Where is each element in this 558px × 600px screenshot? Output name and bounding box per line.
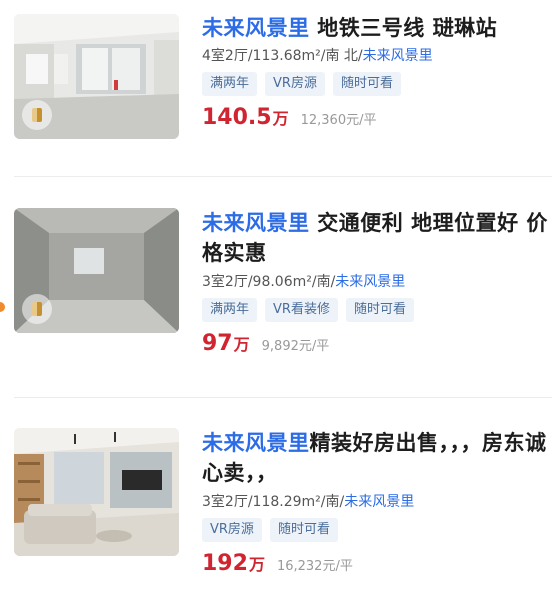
listing-card[interactable]: 未来风景里 地铁三号线 琎琳站 4室2厅/113.68m²/南 北/未来风景里 … bbox=[0, 14, 558, 164]
price-row: 140.5万 12,360元/平 bbox=[202, 105, 552, 130]
total-price: 192万 bbox=[202, 551, 265, 576]
listing-info: 未来风景里精装好房出售，，，房东诚心卖，， 3室2厅/118.29m²/南/未来… bbox=[202, 428, 552, 576]
price-unit: 万 bbox=[248, 555, 265, 574]
tag: VR看装修 bbox=[265, 298, 338, 322]
listing-info: 未来风景里 地铁三号线 琎琳站 4室2厅/113.68m²/南 北/未来风景里 … bbox=[202, 14, 552, 130]
price-value: 97 bbox=[202, 331, 233, 356]
vr-door-icon bbox=[32, 302, 42, 316]
unit-price: 12,360元/平 bbox=[300, 113, 377, 128]
vr-badge bbox=[22, 294, 52, 324]
divider bbox=[14, 176, 552, 177]
listing-meta: 4室2厅/113.68m²/南 北/未来风景里 bbox=[202, 46, 552, 66]
title-community: 未来风景里 bbox=[202, 431, 310, 455]
listing-card[interactable]: 未来风景里精装好房出售，，，房东诚心卖，， 3室2厅/118.29m²/南/未来… bbox=[0, 428, 558, 593]
tag-list: 满两年 VR房源 随时可看 bbox=[202, 72, 552, 96]
listing-title[interactable]: 未来风景里 交通便利 地理位置好 价格实惠 bbox=[202, 208, 552, 268]
layout-text: 4室2厅/113.68m²/南 北/ bbox=[202, 48, 363, 64]
price-value: 140.5 bbox=[202, 105, 272, 130]
price-unit: 万 bbox=[272, 109, 289, 128]
tag: 随时可看 bbox=[332, 72, 401, 96]
vr-door-icon bbox=[32, 108, 42, 122]
title-text: 地铁三号线 琎琳站 bbox=[309, 16, 498, 40]
price-row: 192万 16,232元/平 bbox=[202, 551, 552, 576]
community-link[interactable]: 未来风景里 bbox=[335, 274, 405, 290]
layout-text: 3室2厅/98.06m²/南/ bbox=[202, 274, 336, 290]
listing-title[interactable]: 未来风景里精装好房出售，，，房东诚心卖，， bbox=[202, 428, 552, 488]
total-price: 97万 bbox=[202, 331, 250, 356]
tag-list: 满两年 VR看装修 随时可看 bbox=[202, 298, 552, 322]
tag-list: VR房源 随时可看 bbox=[202, 518, 552, 542]
unit-price: 16,232元/平 bbox=[276, 559, 353, 574]
edge-indicator bbox=[0, 302, 5, 312]
tag: VR房源 bbox=[202, 518, 262, 542]
price-unit: 万 bbox=[233, 335, 250, 354]
furnished-living-room-photo bbox=[14, 428, 179, 556]
community-link[interactable]: 未来风景里 bbox=[344, 494, 414, 510]
vr-badge bbox=[22, 100, 52, 130]
price-row: 97万 9,892元/平 bbox=[202, 331, 552, 356]
tag: 随时可看 bbox=[269, 518, 338, 542]
tag: VR房源 bbox=[265, 72, 325, 96]
listing-thumbnail[interactable] bbox=[14, 428, 179, 556]
listing-thumbnail[interactable] bbox=[14, 14, 179, 139]
layout-text: 3室2厅/118.29m²/南/ bbox=[202, 494, 345, 510]
listing-card[interactable]: 未来风景里 交通便利 地理位置好 价格实惠 3室2厅/98.06m²/南/未来风… bbox=[0, 208, 558, 368]
listing-info: 未来风景里 交通便利 地理位置好 价格实惠 3室2厅/98.06m²/南/未来风… bbox=[202, 208, 552, 356]
title-community: 未来风景里 bbox=[202, 211, 310, 235]
listing-meta: 3室2厅/118.29m²/南/未来风景里 bbox=[202, 492, 552, 512]
listing-title[interactable]: 未来风景里 地铁三号线 琎琳站 bbox=[202, 14, 552, 42]
unit-price: 9,892元/平 bbox=[261, 339, 330, 354]
total-price: 140.5万 bbox=[202, 105, 289, 130]
divider bbox=[14, 397, 552, 398]
listing-meta: 3室2厅/98.06m²/南/未来风景里 bbox=[202, 272, 552, 292]
price-value: 192 bbox=[202, 551, 248, 576]
tag: 满两年 bbox=[202, 72, 258, 96]
community-link[interactable]: 未来风景里 bbox=[363, 48, 433, 64]
title-community: 未来风景里 bbox=[202, 16, 310, 40]
tag: 随时可看 bbox=[345, 298, 414, 322]
tag: 满两年 bbox=[202, 298, 258, 322]
